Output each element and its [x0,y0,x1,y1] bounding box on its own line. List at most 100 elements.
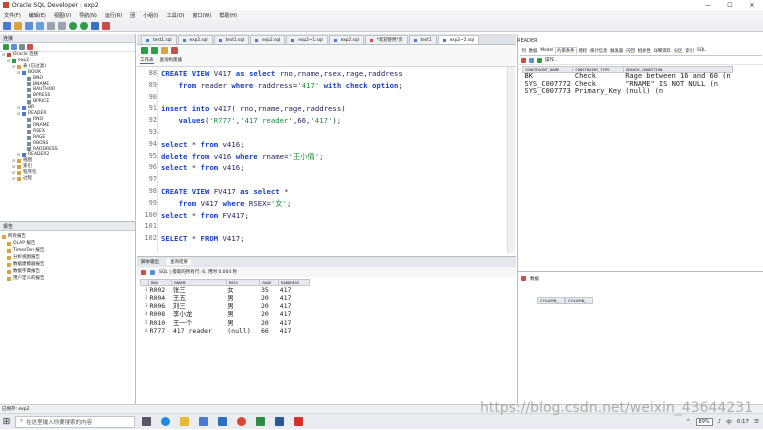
editor-scrollbar[interactable] [507,67,515,253]
forward-icon[interactable] [80,21,88,30]
refresh-icon[interactable] [11,44,17,50]
maximize-button[interactable]: ☐ [719,0,741,10]
object-tab[interactable]: 触发器 [609,48,625,54]
report-item[interactable]: 数据字典报告 [2,268,135,275]
object-tab[interactable]: 授权 [577,48,589,54]
table-cell[interactable]: 王五 [172,294,226,302]
refresh-icon[interactable] [537,57,542,63]
column-header[interactable]: COLUMN_ [537,297,565,304]
tab-query-builder[interactable]: 查询构建器 [160,57,183,63]
task-view-icon[interactable] [138,414,154,430]
battery-indicator[interactable]: 89% [695,418,713,426]
expand-icon[interactable]: ⊟ [17,70,21,76]
code-line[interactable]: from V417 where RSEX='女'; [161,199,292,209]
action-center-icon[interactable]: ☰ [754,419,759,425]
close-button[interactable]: ✕ [741,0,763,10]
run-script-icon[interactable] [151,46,158,54]
object-tab[interactable]: 详细资料 [652,48,672,54]
object-tab[interactable]: 数据 [527,48,539,54]
table-cell[interactable]: 女 [226,286,260,295]
debug-icon[interactable] [102,21,110,30]
menu-window[interactable]: 窗口(W) [188,12,215,19]
code-line[interactable]: select * from FV417; [161,211,249,220]
expand-icon[interactable]: ⊟ [2,52,6,58]
table-cell[interactable]: 417 [279,286,310,295]
tab-script-output[interactable]: 脚本输出 [141,259,159,265]
object-tab[interactable]: 分区 [672,48,684,54]
table-cell[interactable]: 张三 [172,286,226,295]
table-cell[interactable]: 66 [260,327,279,335]
table-cell[interactable]: 417 [279,319,310,327]
print-icon[interactable] [150,269,155,275]
table-row[interactable]: 3 R006 刘三男 20 417 [141,302,310,310]
document-tab[interactable]: exp2.sql [177,35,213,44]
code-line[interactable]: insert into v417( rno,rname,rage,raddres… [161,104,346,113]
table-cell[interactable]: 男 [226,310,260,318]
table-cell[interactable]: R777 [149,327,172,335]
expand-icon[interactable]: ⊟ [17,152,21,158]
notification-icon[interactable]: ^ [686,419,691,425]
word-icon[interactable] [271,414,287,430]
expand-icon[interactable]: ⊟ [12,176,16,182]
table-cell[interactable]: 417 [279,310,310,318]
pin-icon[interactable] [141,269,146,275]
document-tab[interactable]: exp2.sql [250,35,286,44]
edit-icon[interactable] [529,57,534,63]
actions-menu[interactable]: 操作... [545,57,558,63]
table-cell[interactable]: (null) (n [623,87,732,96]
table-cell[interactable]: 男 [226,319,260,327]
save-all-icon[interactable] [36,21,44,30]
menu-versioning[interactable]: 小组(I) [139,12,162,19]
document-tab[interactable]: exp2.sql [328,35,364,44]
object-tab[interactable]: Model [539,48,555,53]
table-cell[interactable]: R002 [149,286,172,295]
table-row[interactable]: SYS_C007773 Primary_Key (null) (n [523,87,733,96]
panel-divider[interactable] [517,271,763,272]
menu-team[interactable]: 团 [126,12,139,19]
table-cell[interactable]: R006 [149,302,172,310]
chrome-icon[interactable] [233,414,249,430]
report-item[interactable]: 所有报告 [2,233,135,240]
clock[interactable]: 0:17 [737,419,749,425]
report-item[interactable]: TimesTen 报告 [2,247,135,254]
pdf-icon[interactable] [290,414,306,430]
constraints-grid[interactable]: CONSTRAINT_NAME CONSTRAINT_TYPE SEARCH_CON… [521,66,734,96]
disconnect-icon[interactable] [27,44,33,50]
pin-icon[interactable] [521,57,526,63]
document-tab[interactable]: exp2~1.sql [286,35,328,44]
sql-editor[interactable]: 88 CREATE VIEW V417 as select rno,rname,r… [137,67,508,253]
explorer-icon[interactable] [176,414,192,430]
table-cell[interactable]: 王一个 [172,319,226,327]
object-tab[interactable]: 相关性 [636,48,652,54]
expand-icon[interactable]: ⊟ [17,111,21,117]
back-icon[interactable] [69,21,77,30]
store-icon[interactable] [195,414,211,430]
code-line[interactable]: delete from v416 where rname='王小倩'; [161,152,324,162]
results-grid[interactable]: RNO RNAME RSEX RAGE RADDRESS 1 R002 张三女 35 417 2 R… [140,279,310,335]
menu-tools[interactable]: 工具(O) [163,12,189,19]
object-tab[interactable]: 索引 [684,48,696,54]
add-connection-icon[interactable] [3,44,9,50]
code-line[interactable]: SELECT * FROM V417; [161,234,245,243]
table-row[interactable]: 4 R008 李小龙男 20 417 [141,310,310,318]
document-tab[interactable]: test1.sql [141,35,177,44]
tree-item[interactable]: ⊟ 过程 [2,176,135,182]
pin-icon[interactable] [521,276,526,281]
input-language[interactable]: 中 [726,418,732,426]
table-cell[interactable]: 35 [260,286,279,295]
table-cell[interactable]: Primary_Key [573,87,623,96]
object-tab[interactable]: 约束条件 [554,47,577,54]
object-tab[interactable]: 统计信息 [589,48,609,54]
code-line[interactable]: CREATE VIEW V417 as select rno,rname,rse… [161,69,403,78]
report-item[interactable]: OLAP 报告 [2,240,135,247]
code-line[interactable]: select * from v416; [161,163,245,172]
new-icon[interactable] [3,21,11,30]
run-statement-icon[interactable] [141,46,148,54]
object-tab[interactable]: 列 [520,48,527,54]
table-cell[interactable]: 男 [226,302,260,310]
document-tab[interactable]: test1 [408,35,437,44]
tab-data[interactable]: 数据 [530,276,539,282]
code-line[interactable]: CREATE VIEW FV417 as select * [161,187,288,196]
tab-query-result[interactable]: 查询结果 [167,259,191,265]
menu-navigate[interactable]: 导航(N) [75,12,101,19]
